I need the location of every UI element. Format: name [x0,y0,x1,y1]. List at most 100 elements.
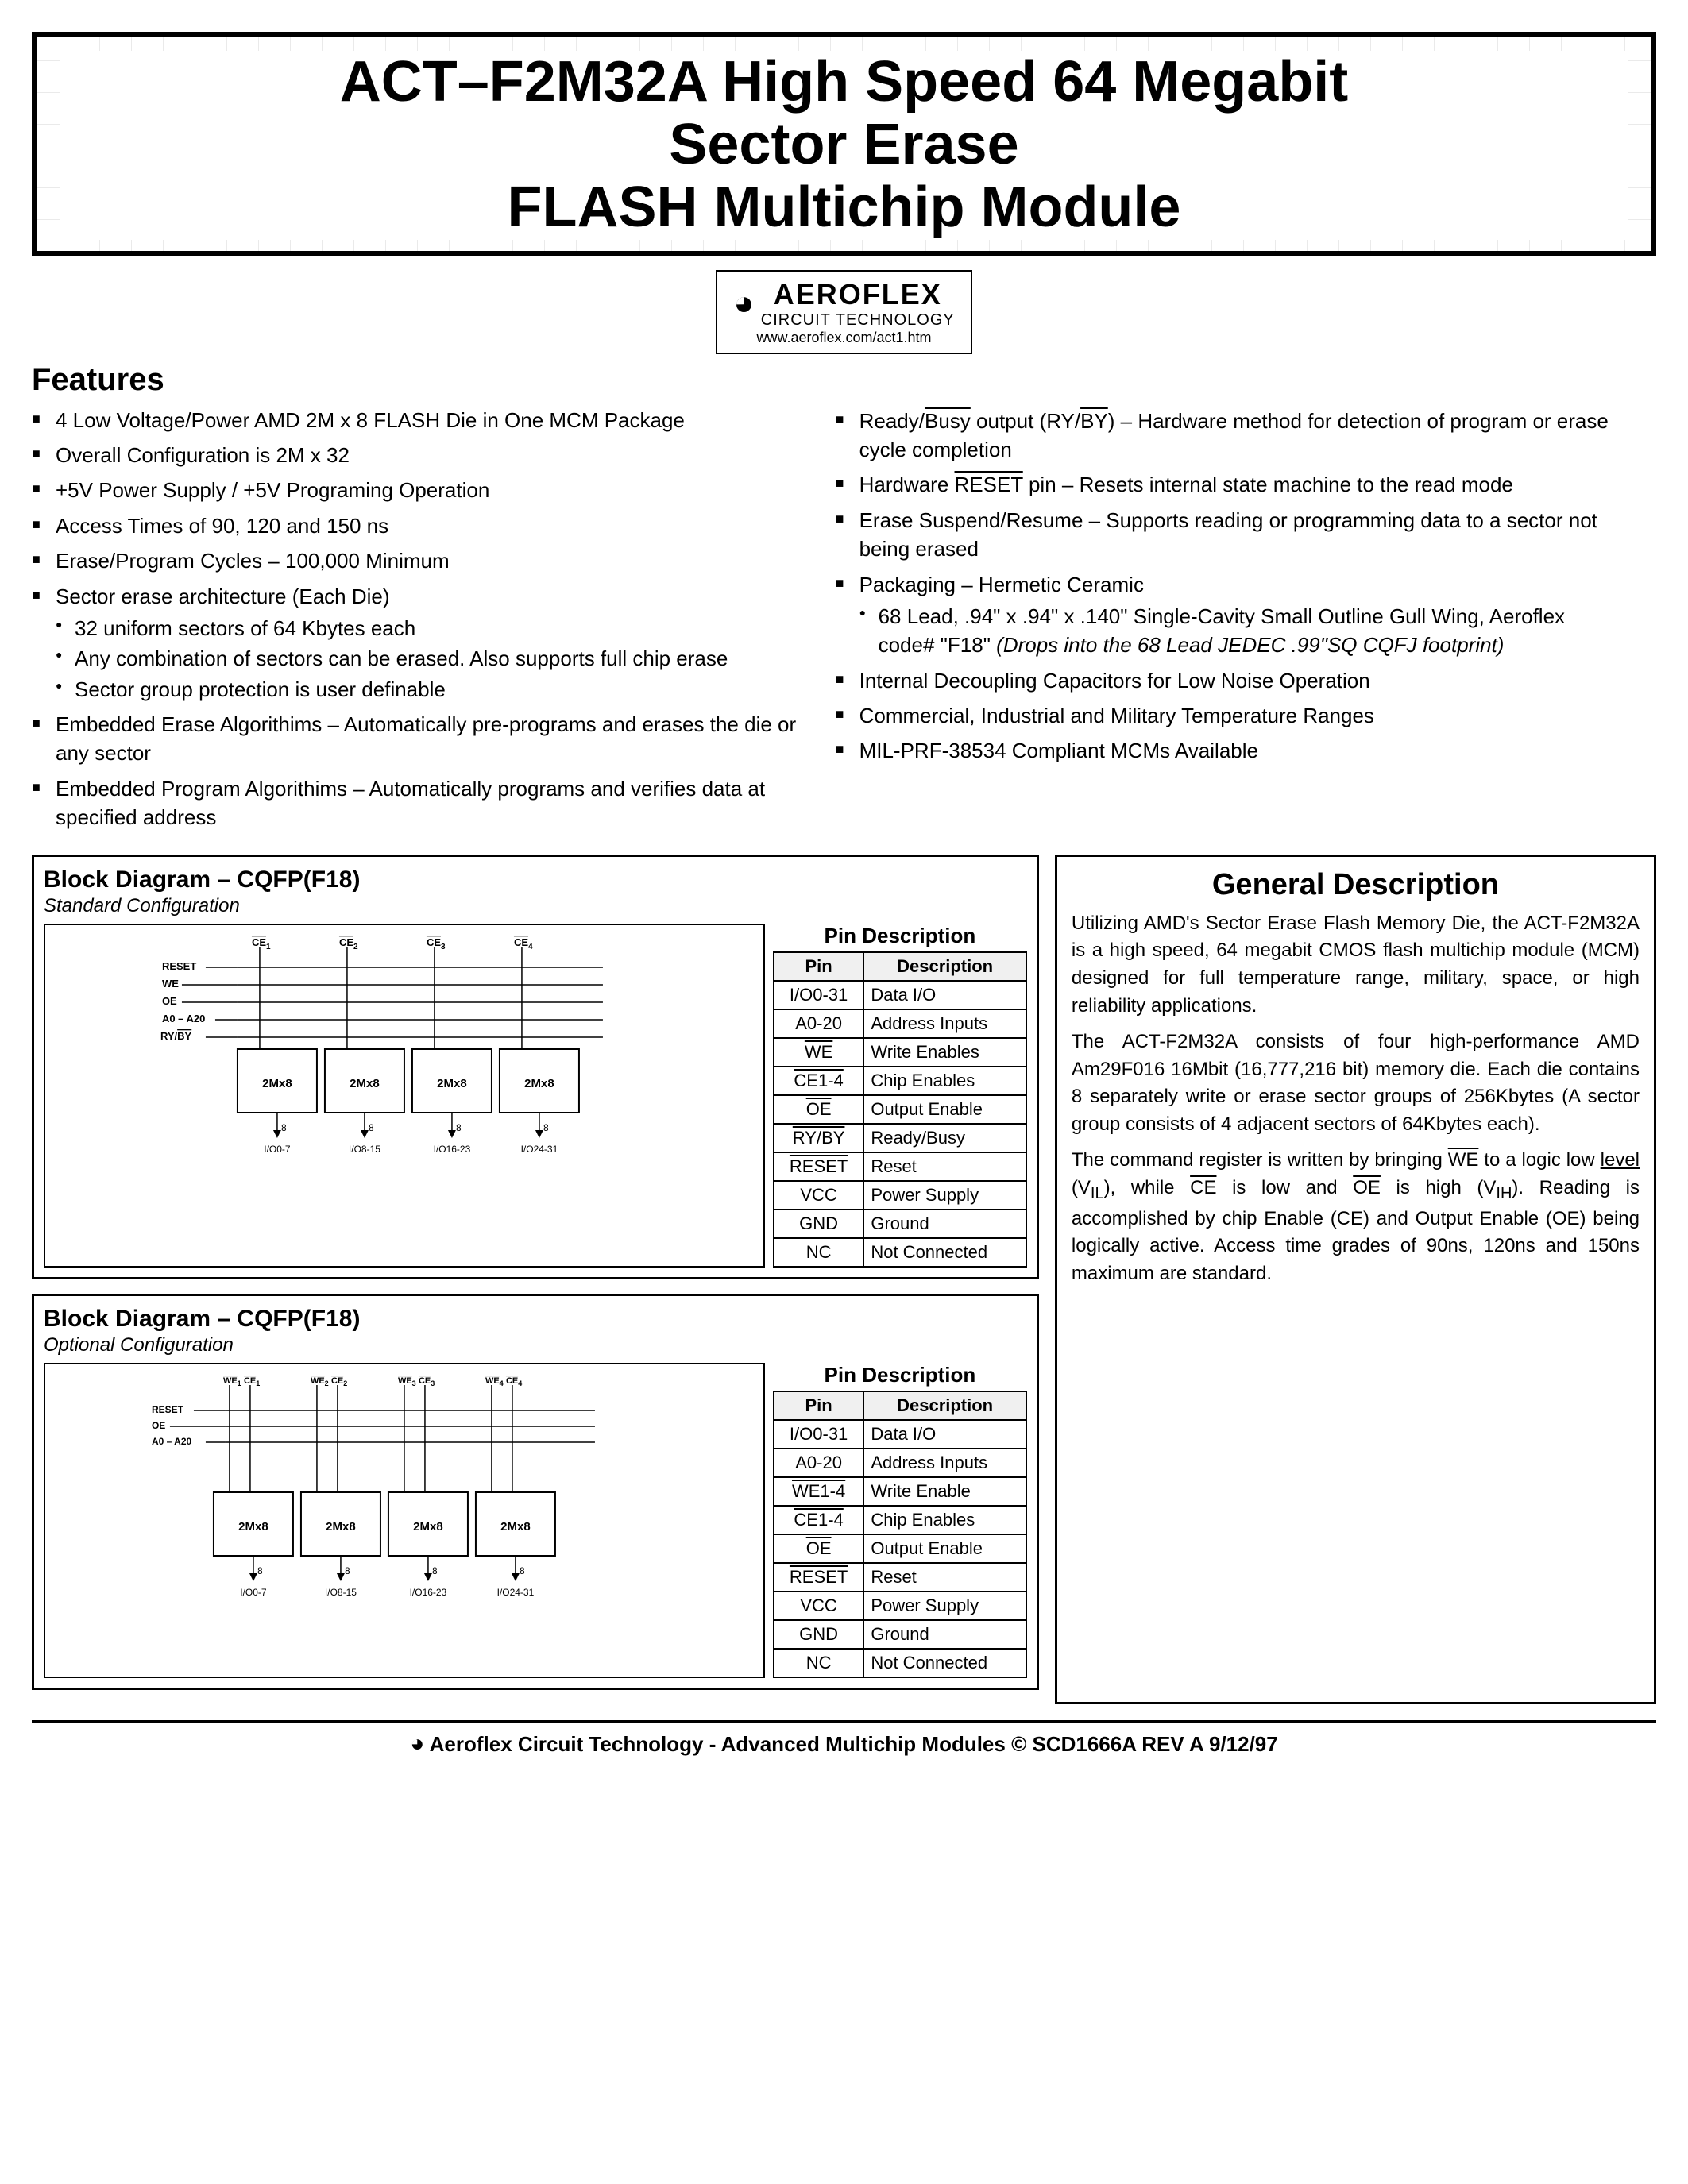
block-diagram-2: Block Diagram – CQFP(F18) Optional Confi… [32,1294,1039,1690]
pin-table-row: CE1-4Chip Enables [774,1506,1026,1534]
pin-desc: Write Enables [863,1038,1026,1067]
logo-section: ◕ AEROFLEX CIRCUIT TECHNOLOGY www.aerofl… [32,270,1656,354]
svg-text:2Mx8: 2Mx8 [437,1077,467,1090]
pin-desc: Reset [863,1563,1026,1592]
pin-desc: Output Enable [863,1534,1026,1563]
pin-name: NC [774,1649,863,1677]
svg-text:I/O16-23: I/O16-23 [410,1587,447,1598]
feature-sublist: 32 uniform sectors of 64 Kbytes each Any… [56,614,812,704]
pin-desc: Reset [863,1152,1026,1181]
svg-text:WE4: WE4 [485,1376,504,1387]
feature-item-2: Overall Configuration is 2M x 32 [32,441,812,469]
svg-text:8: 8 [345,1565,350,1576]
svg-text:CE4: CE4 [506,1376,522,1387]
packaging-sublist: 68 Lead, .94" x .94" x .140" Single-Cavi… [859,602,1616,660]
svg-text:I/O0-7: I/O0-7 [240,1587,267,1598]
pin-desc: Power Supply [863,1181,1026,1210]
svg-text:WE: WE [162,978,179,990]
logo-subtitle: CIRCUIT TECHNOLOGY [761,311,955,330]
schematic-2: WE1 CE1 WE2 CE2 WE3 CE3 WE4 CE4 [44,1363,765,1678]
logo-icon: ◕ [733,284,755,323]
right-feature-2: Hardware RESET pin – Resets internal sta… [836,470,1616,499]
right-feature-3: Erase Suspend/Resume – Supports reading … [836,506,1616,564]
pin-table-row: A0-20Address Inputs [774,1449,1026,1477]
pin-desc: Output Enable [863,1095,1026,1124]
logo-box: ◕ AEROFLEX CIRCUIT TECHNOLOGY www.aerofl… [716,270,972,354]
svg-text:2Mx8: 2Mx8 [262,1077,292,1090]
svg-text:2Mx8: 2Mx8 [413,1520,443,1534]
pin-name: VCC [774,1592,863,1620]
pin-desc: Write Enable [863,1477,1026,1506]
svg-text:CE1: CE1 [244,1376,260,1387]
pin-table-row: A0-20Address Inputs [774,1009,1026,1038]
pin-table-header: Pin [774,952,863,981]
pin-name: WE [774,1038,863,1067]
footer-logo-icon: ◕ [410,1731,424,1757]
pin-table-row: I/O0-31Data I/O [774,1420,1026,1449]
pin-table-row: OEOutput Enable [774,1095,1026,1124]
pin-name: I/O0-31 [774,1420,863,1449]
gen-desc-para-3: The command register is written by bring… [1072,1147,1640,1288]
right-feature-1: Ready/Busy output (RY/BY) – Hardware met… [836,407,1616,465]
pin-name: A0-20 [774,1009,863,1038]
pin-desc-title-2: Pin Description [773,1363,1027,1387]
pin-name: NC [774,1238,863,1267]
svg-text:8: 8 [281,1122,287,1133]
features-right-list: Ready/Busy output (RY/BY) – Hardware met… [836,407,1616,766]
header-title: ACT–F2M32A High Speed 64 Megabit Sector … [60,51,1628,240]
pin-name: OE [774,1095,863,1124]
pin-table-row: OEOutput Enable [774,1534,1026,1563]
footer: ◕ Aeroflex Circuit Technology - Advanced… [32,1720,1656,1758]
feature-sub-1: 32 uniform sectors of 64 Kbytes each [56,614,812,642]
svg-text:OE: OE [152,1420,165,1431]
gen-desc-para-2: The ACT-F2M32A consists of four high-per… [1072,1028,1640,1139]
pin-name: A0-20 [774,1449,863,1477]
footer-logo-text: Aeroflex Circuit Technology [430,1732,704,1756]
pin-table-row: NCNot Connected [774,1238,1026,1267]
pin-desc: Address Inputs [863,1009,1026,1038]
diagram-2-inner: WE1 CE1 WE2 CE2 WE3 CE3 WE4 CE4 [44,1363,1027,1678]
svg-text:CE3: CE3 [419,1376,435,1387]
footer-text: - Advanced Multichip Modules © SCD1666A … [709,1732,1278,1756]
pin-table-row: RESETReset [774,1563,1026,1592]
pin-table-2: Pin Description PinDescriptionI/O0-31Dat… [773,1363,1027,1678]
svg-text:RESET: RESET [162,960,196,972]
pin-name: OE [774,1534,863,1563]
pin-desc: Chip Enables [863,1506,1026,1534]
svg-text:OE: OE [162,995,177,1007]
pin-table-row: CE1-4Chip Enables [774,1067,1026,1095]
pin-desc: Power Supply [863,1592,1026,1620]
svg-text:WE3: WE3 [398,1376,416,1387]
right-feature-4: Packaging – Hermetic Ceramic 68 Lead, .9… [836,570,1616,660]
svg-text:2Mx8: 2Mx8 [500,1520,531,1534]
pin-name: VCC [774,1181,863,1210]
feature-item-4: Access Times of 90, 120 and 150 ns [32,511,812,540]
pin-desc: Ready/Busy [863,1124,1026,1152]
pin-desc: Ground [863,1210,1026,1238]
bottom-area: Block Diagram – CQFP(F18) Standard Confi… [32,855,1656,1704]
svg-text:8: 8 [432,1565,438,1576]
pin-table-row: VCCPower Supply [774,1181,1026,1210]
svg-text:RESET: RESET [152,1404,184,1415]
pin-name: RY/BY [774,1124,863,1152]
pin-name: RESET [774,1563,863,1592]
gen-desc-title: General Description [1072,868,1640,902]
svg-text:8: 8 [369,1122,374,1133]
feature-item-5: Erase/Program Cycles – 100,000 Minimum [32,546,812,575]
pin-desc: Not Connected [863,1649,1026,1677]
pin-desc: Ground [863,1620,1026,1649]
feature-item-3: +5V Power Supply / +5V Programing Operat… [32,476,812,504]
svg-text:A0 – A20: A0 – A20 [162,1013,205,1024]
feature-item-6: Sector erase architecture (Each Die) 32 … [32,582,812,704]
schematic-1-svg: RESET WE OE A0 – A20 RY/BY CE1 CE2 CE [50,930,759,1168]
pin-table-header: Pin [774,1391,863,1420]
schematic-2-svg: WE1 CE1 WE2 CE2 WE3 CE3 WE4 CE4 [50,1369,759,1623]
packaging-sub-1: 68 Lead, .94" x .94" x .140" Single-Cavi… [859,602,1616,660]
svg-text:CE3: CE3 [427,936,446,951]
pin-desc: Data I/O [863,1420,1026,1449]
features-title: Features [32,362,812,398]
svg-text:CE1: CE1 [252,936,271,951]
svg-text:A0 – A20: A0 – A20 [152,1436,192,1447]
feature-sub-2: Any combination of sectors can be erased… [56,644,812,673]
svg-text:WE2: WE2 [311,1376,329,1387]
